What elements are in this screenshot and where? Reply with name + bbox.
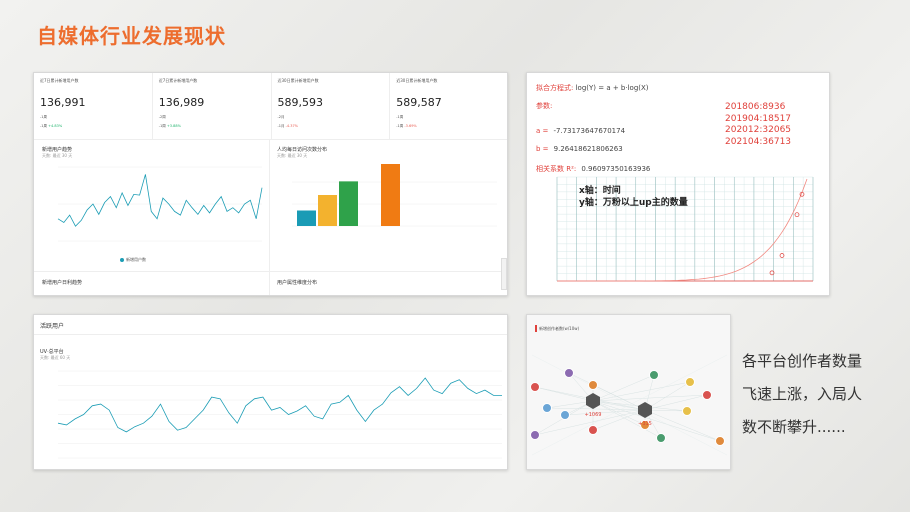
network-graph: +1069 +315 (530, 354, 728, 456)
stat-value: 136,991 (40, 96, 86, 109)
bar (381, 164, 400, 226)
stat-compare-2: -1周 +3.88% (158, 124, 181, 128)
params-label: 参数: (536, 102, 553, 110)
bar (318, 195, 337, 226)
stat-percent: -4.37% (285, 124, 298, 128)
stat-value: 589,587 (396, 96, 442, 109)
new-users-series (57, 174, 263, 227)
data-point (794, 212, 800, 218)
visits-bar-chart (292, 164, 497, 227)
uv-line-chart (57, 370, 502, 459)
creator-avatar-icon (588, 425, 598, 435)
hub-growth-label: +315 (638, 421, 652, 427)
bar (339, 181, 358, 226)
legend-label: 新增用户数 (126, 257, 146, 262)
dashboard-overview: 近7日累计新增用户数 136,991 -1周 -1周 +4.83% 近7日累计新增… (33, 72, 508, 296)
stat-compare-2: -1月 -4.37% (277, 124, 299, 128)
active-users-panel: 活跃用户 UV·总平台 天数: 最近 60 天 (33, 314, 508, 470)
stat-percent: +4.83% (48, 124, 63, 128)
stat-percent: +3.88% (166, 124, 181, 128)
line-legend: 新增用户数 (120, 257, 146, 263)
creator-avatar-icon (682, 406, 692, 416)
data-point-label: 201904:18517 (725, 113, 792, 124)
data-point-label: 201806:8936 (725, 102, 786, 112)
slide-title: 自媒体行业发展现状 (37, 24, 226, 48)
stat-card: 近30日累计新增用户数 589,593 -2月 -1月 -4.37% (272, 73, 391, 139)
active-users-header: 活跃用户 (40, 323, 65, 330)
legend-dot-icon (120, 258, 124, 262)
stat-label: 近7日累计新增用户数 (40, 78, 79, 83)
stat-compare-2: -1周 -3.69% (396, 124, 417, 128)
stat-label: 近30日累计新增用户数 (396, 78, 438, 83)
stat-value: 589,593 (277, 96, 324, 109)
axis-notes: x轴：时间 y轴：万粉以上up主的数量 (579, 185, 688, 209)
creator-avatar-icon (542, 403, 552, 413)
summary-line-2: 飞速上涨，入局人 (742, 385, 863, 403)
stat-compare-2: -1周 +4.83% (40, 124, 63, 128)
line-chart-title: 新增用户趋势 (42, 147, 73, 153)
creator-network-panel: 新增创作者数(w/10w) +1069 +315 (526, 314, 731, 470)
bottom-right-title: 用户属性维度分布 (277, 280, 318, 286)
stat-card: 近7日累计新增用户数 136,991 -1周 -1周 +4.83% (34, 73, 153, 139)
summary-text: 各平台创作者数量 飞速上涨，入局人 数不断攀升...... (742, 345, 862, 444)
creator-avatar-icon (588, 380, 598, 390)
scroll-handle[interactable] (501, 258, 507, 290)
stat-compare-1: -2周 (158, 115, 166, 119)
formula-row: 拟合方程式: log(Y) = a + b·log(X) (536, 84, 649, 92)
bar (297, 210, 316, 226)
data-point-label: 202012:32065 (725, 125, 792, 135)
summary-line-3: 数不断攀升...... (742, 418, 846, 436)
creator-avatar-icon (656, 433, 666, 443)
stat-percent: -3.69% (404, 124, 417, 128)
stat-compare-1: -1周 (396, 115, 404, 119)
bar-chart-title: 人均每日访问次数分布 (277, 147, 328, 153)
stat-compare-1: -1周 (40, 115, 47, 119)
creator-avatar-icon (702, 390, 712, 400)
data-point-label: 202104:36713 (725, 136, 792, 147)
stat-card: 近30日累计新增用户数 589,587 -1周 -1周 -3.69% (390, 73, 507, 139)
uv-series (57, 377, 502, 433)
creator-avatar-icon (649, 370, 659, 380)
new-users-line-chart (57, 166, 263, 242)
param-b: b = 9.26418621806263 (536, 145, 623, 153)
creator-avatar-icon (530, 430, 540, 440)
creator-avatar-icon (715, 436, 725, 446)
bar-chart-subtitle: 天数: 最近 30 天 (277, 153, 308, 158)
uv-title: UV·总平台 (40, 349, 64, 355)
uv-subtitle: 天数: 最近 60 天 (40, 355, 71, 360)
creator-avatar-icon (564, 368, 574, 378)
creator-avatar-icon (685, 377, 695, 387)
stat-compare-1: -2月 (277, 115, 285, 119)
y-axis-note: y轴：万粉以上up主的数量 (579, 198, 688, 208)
regression-panel: 拟合方程式: log(Y) = a + b·log(X) 参数: a = -7.… (526, 72, 830, 296)
stat-label: 近7日累计新增用户数 (158, 78, 198, 83)
summary-line-1: 各平台创作者数量 (742, 352, 863, 370)
x-axis-note: x轴：时间 (579, 186, 621, 196)
creator-avatar-icon (530, 382, 540, 392)
param-a: a = -7.73173647670174 (536, 127, 626, 135)
data-point-list: 201806:8936 201904:18517 202012:32065 20210… (725, 102, 791, 148)
stat-label: 近30日累计新增用户数 (277, 78, 319, 83)
hub-growth-label: +1069 (585, 412, 602, 418)
creator-avatar-icon (560, 410, 570, 420)
bottom-left-title: 新增用户日利趋势 (42, 280, 83, 286)
stat-value: 136,989 (158, 96, 205, 109)
stat-card: 近7日累计新增用户数 136,989 -2周 -1周 +3.88% (153, 73, 272, 139)
